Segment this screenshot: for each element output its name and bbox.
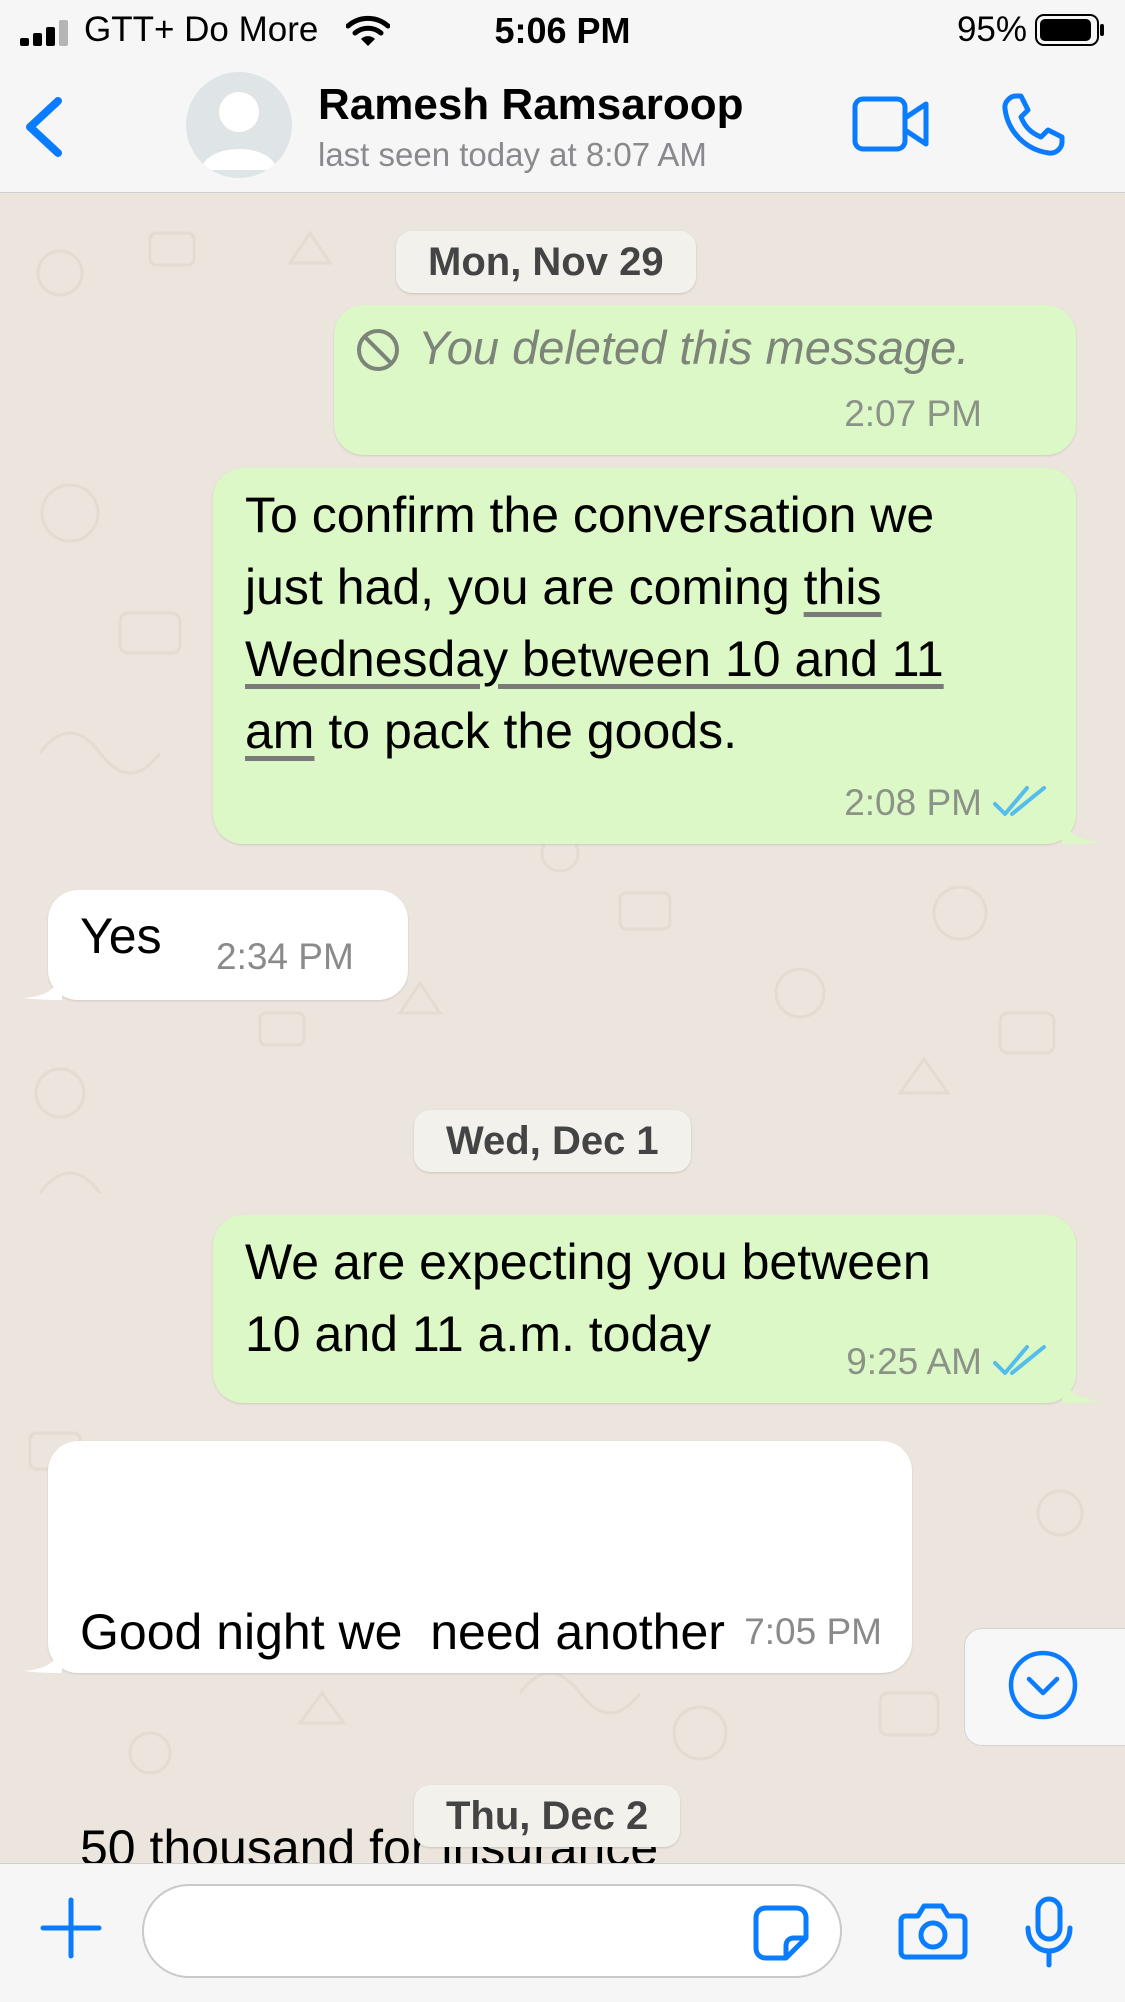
message-input-bar <box>0 1863 1125 2002</box>
message-time: 7:05 PM <box>744 1611 882 1652</box>
incoming-message-bubble[interactable]: Yes 2:34 PM <box>24 890 408 1000</box>
microphone-icon[interactable] <box>1024 1896 1074 1968</box>
read-ticks-icon <box>993 1345 1046 1375</box>
incoming-message-bubble[interactable]: Good night we need another 50 thousand f… <box>24 1441 912 1863</box>
outgoing-message-bubble[interactable]: To confirm the conversation we just had,… <box>213 468 1100 844</box>
bubble-tail <box>24 1643 62 1673</box>
message-time: 2:34 PM <box>216 936 354 977</box>
chevron-down-icon <box>1008 1650 1078 1720</box>
message-text: To confirm the conversation we just had,… <box>245 479 1065 767</box>
bubble-tail <box>1062 814 1100 844</box>
date-separator: Mon, Nov 29 <box>396 231 696 293</box>
avatar-icon <box>201 92 277 170</box>
message-time: 2:08 PM <box>844 782 982 823</box>
detected-date-link[interactable]: this <box>804 559 882 615</box>
sticker-icon[interactable] <box>752 1904 810 1962</box>
back-icon[interactable] <box>20 97 70 157</box>
bubble-tail <box>24 970 62 1000</box>
message-time: 2:07 PM <box>844 393 982 434</box>
message-line: just had, you are coming this <box>245 559 882 615</box>
chat-area[interactable]: Mon, Nov 29 You deleted this message. 2:… <box>0 193 1125 1863</box>
message-time: 9:25 AM <box>846 1341 982 1382</box>
video-call-icon[interactable] <box>852 96 930 152</box>
outgoing-message-bubble[interactable]: We are expecting you between 10 and 11 a… <box>213 1215 1100 1403</box>
detected-date-link[interactable]: am <box>245 703 314 759</box>
message-line: We are expecting you between <box>245 1234 931 1290</box>
message-line: To confirm the conversation we <box>245 487 935 543</box>
battery-icon <box>1035 14 1104 46</box>
bubble-tail <box>1062 1373 1100 1403</box>
camera-icon[interactable] <box>898 1902 968 1960</box>
avatar[interactable] <box>186 72 292 178</box>
message-text: Yes <box>80 908 162 964</box>
date-separator: Wed, Dec 1 <box>414 1110 691 1172</box>
detected-date-link[interactable]: Wednesday between 10 and 11 <box>245 623 944 695</box>
read-ticks-icon <box>993 786 1046 816</box>
deleted-message-bubble[interactable]: You deleted this message. 2:07 PM <box>334 305 1076 455</box>
message-line: am to pack the goods. <box>245 703 737 759</box>
deleted-icon <box>357 329 399 371</box>
status-bar: GTT+ Do More 5:06 PM 95% <box>0 0 1125 62</box>
date-separator: Thu, Dec 2 <box>414 1785 681 1847</box>
phone-icon[interactable] <box>1000 92 1066 158</box>
chat-header: Ramesh Ramsaroop last seen today at 8:07… <box>0 62 1125 193</box>
contact-name[interactable]: Ramesh Ramsaroop <box>318 80 743 130</box>
scroll-to-bottom-button[interactable] <box>964 1628 1125 1746</box>
plus-icon[interactable] <box>40 1897 102 1959</box>
message-input[interactable] <box>142 1884 842 1978</box>
battery-percent: 95% <box>956 10 1027 49</box>
deleted-message-text: You deleted this message. <box>418 321 970 374</box>
contact-last-seen: last seen today at 8:07 AM <box>318 136 707 173</box>
